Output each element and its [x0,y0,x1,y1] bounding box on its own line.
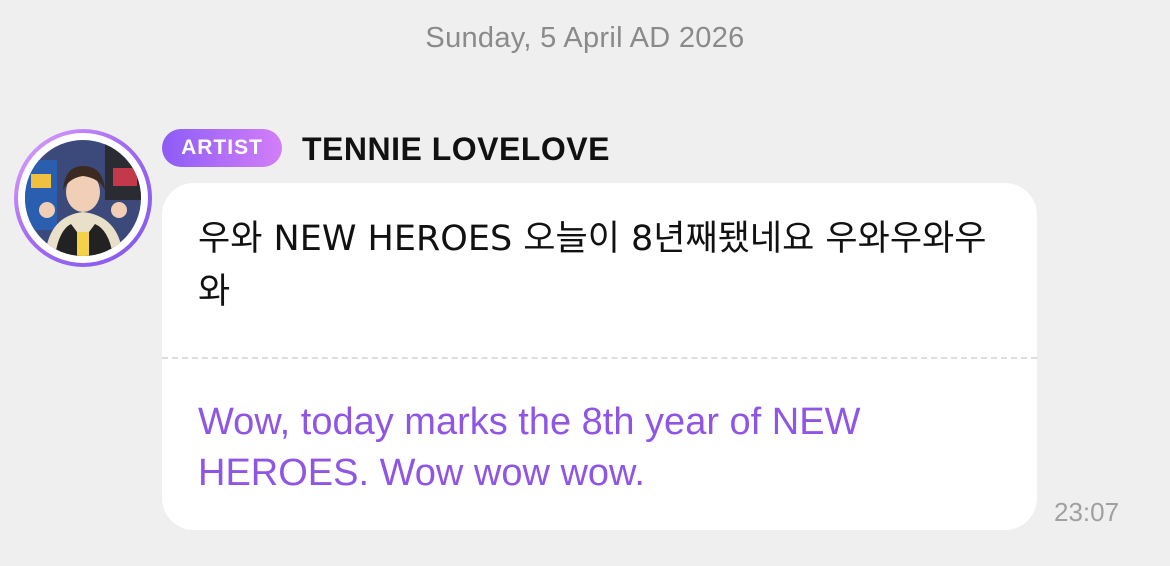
translation-divider [162,357,1037,359]
sender-name[interactable]: TENNIE LOVELOVE [302,128,610,170]
artist-avatar[interactable] [14,129,152,267]
avatar-photo [25,140,141,256]
message-translation-text: Wow, today marks the 8th year of NEW HER… [198,401,861,494]
avatar-image [25,140,141,256]
message-bubble[interactable]: 우와 NEW HEROES 오늘이 8년째됐네요 우와우와우와 Wow, tod… [162,183,1037,530]
avatar-frame [18,133,148,263]
date-header: Sunday, 5 April AD 2026 [425,22,745,54]
message-timestamp: 23:07 [1054,497,1120,527]
artist-badge: ARTIST [162,129,282,167]
message-original-text: 우와 NEW HEROES 오늘이 8년째됐네요 우와우와우와 [198,219,987,312]
